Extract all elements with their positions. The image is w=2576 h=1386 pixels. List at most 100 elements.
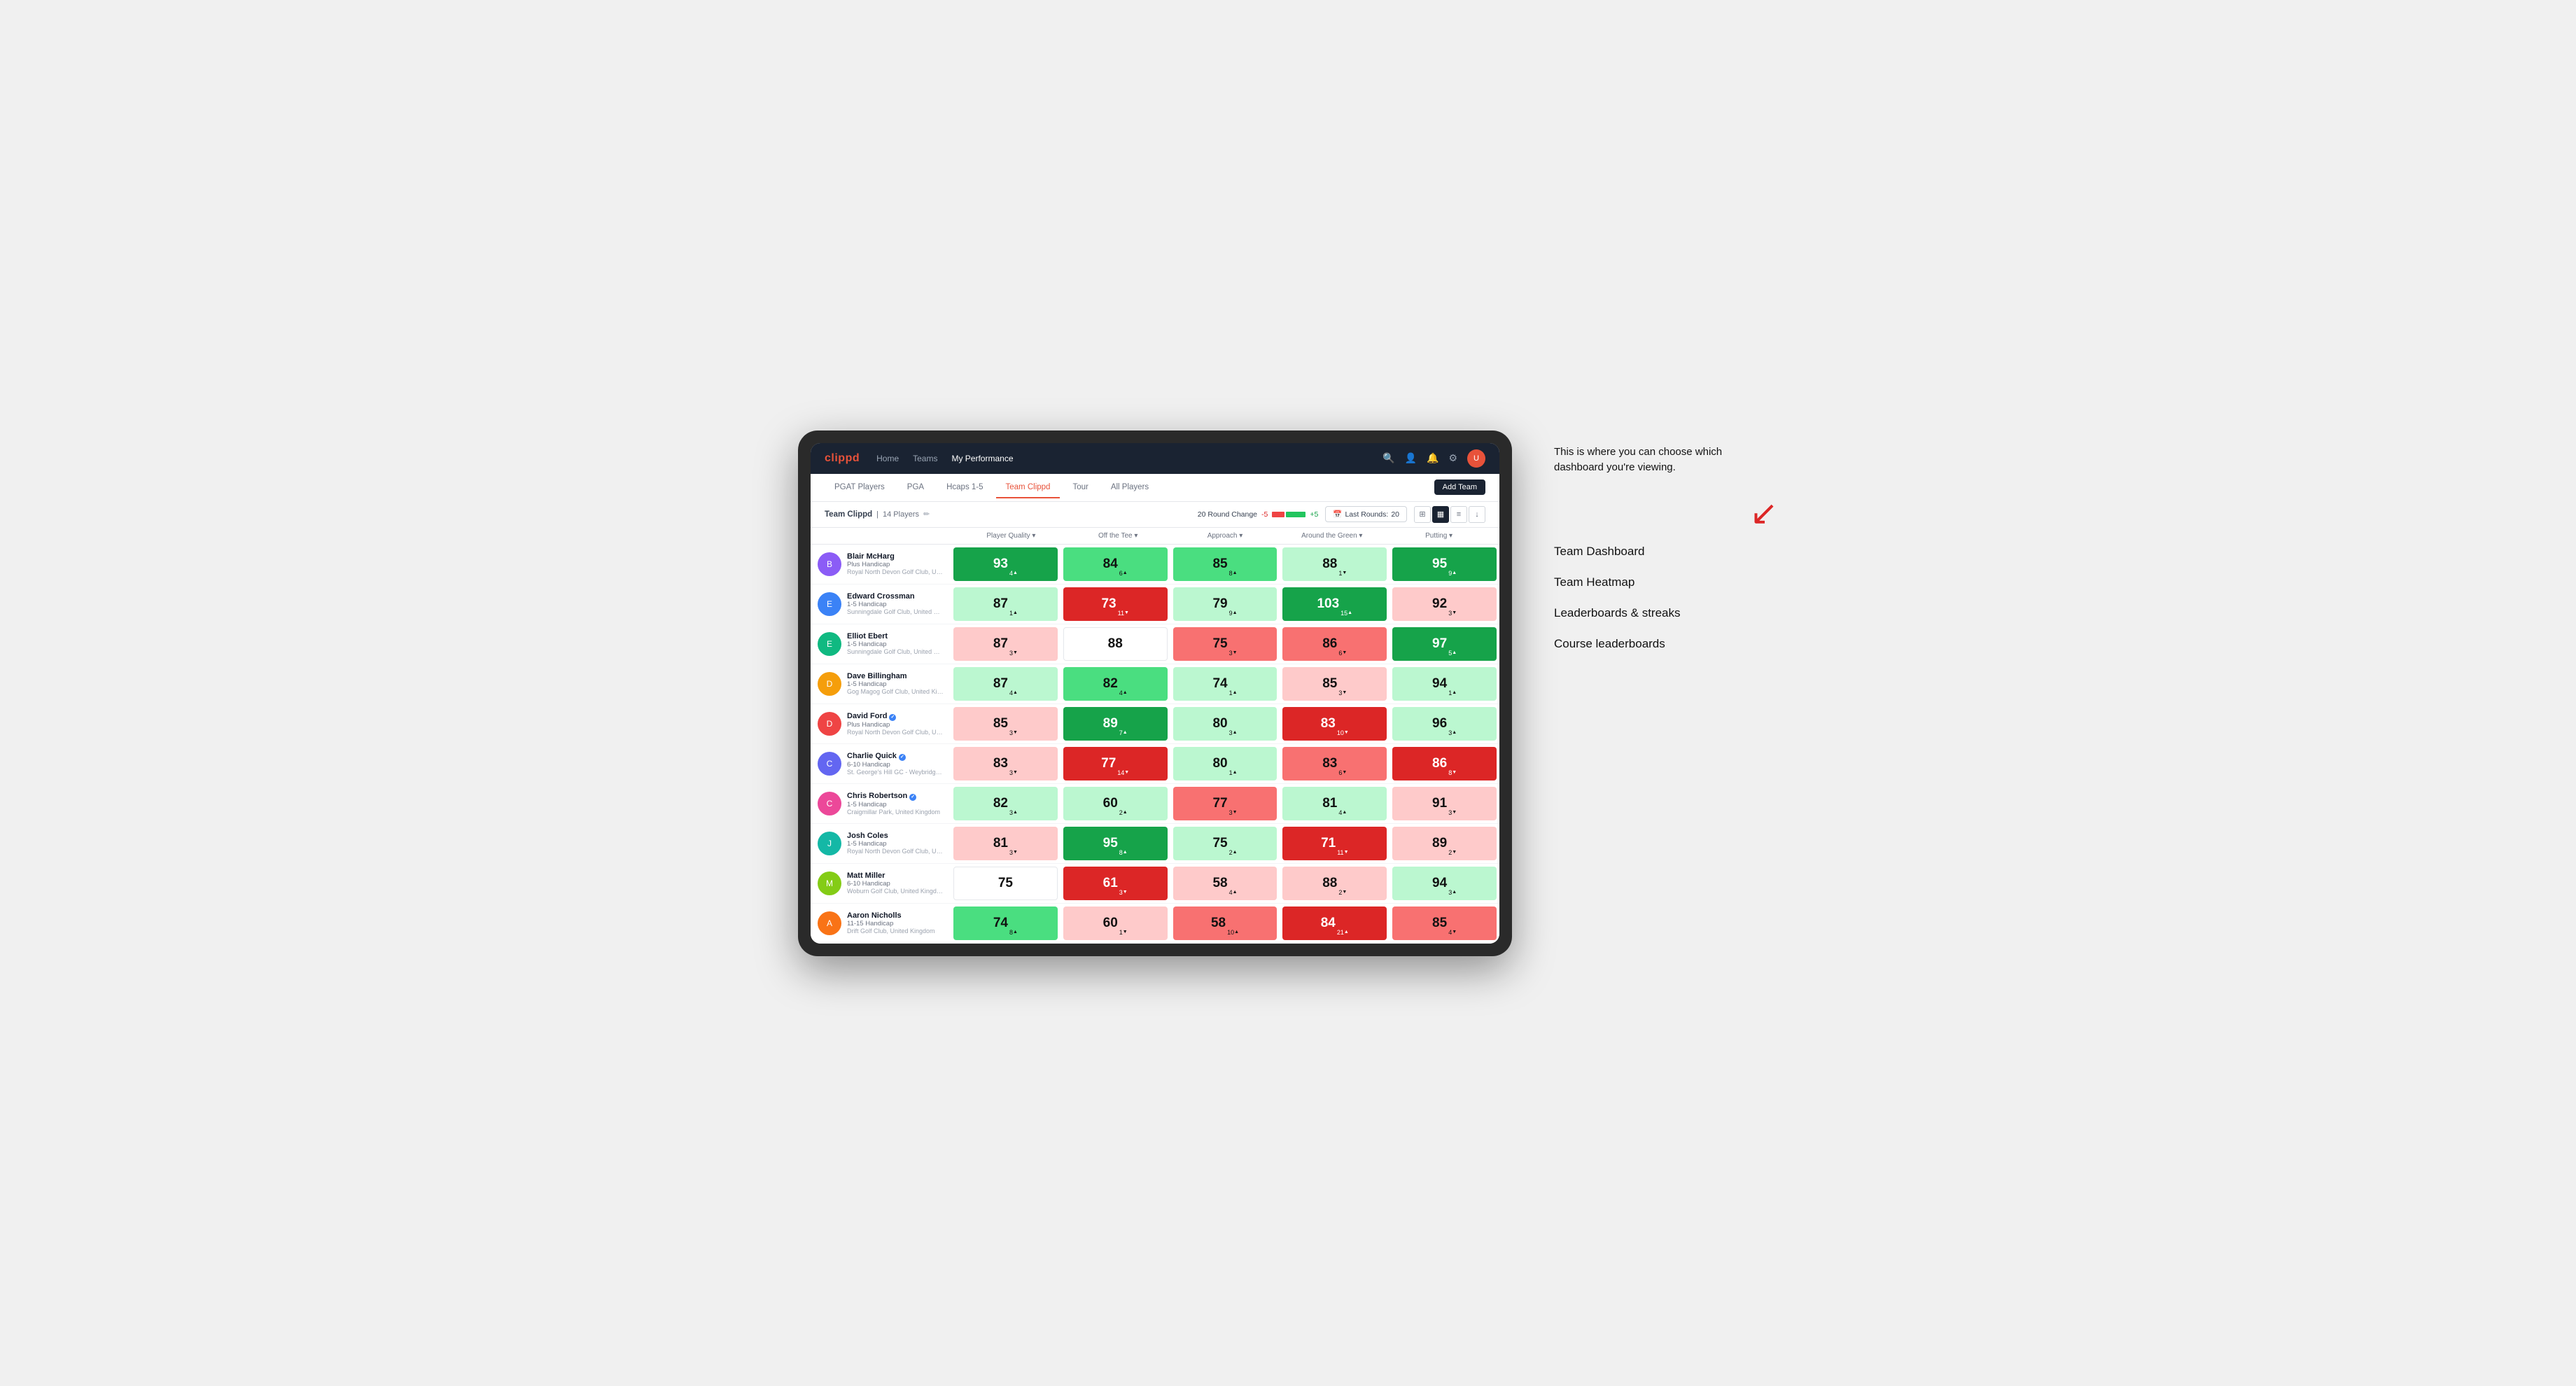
score-change: 8 — [1229, 570, 1238, 581]
player-cell[interactable]: EElliot Ebert1-5 HandicapSunningdale Gol… — [811, 624, 951, 664]
nav-icons: 🔍 👤 🔔 ⚙ U — [1382, 449, 1485, 468]
option-team-heatmap[interactable]: Team Heatmap — [1554, 575, 1778, 589]
score-value: 58 — [1212, 876, 1227, 891]
col-putting[interactable]: Putting ▾ — [1385, 532, 1492, 540]
player-cell[interactable]: MMatt Miller6-10 HandicapWoburn Golf Clu… — [811, 864, 951, 903]
player-cell[interactable]: CCharlie Quick✓6-10 HandicapSt. George's… — [811, 744, 951, 783]
score-box: 814 — [1282, 787, 1387, 820]
score-value: 81 — [1322, 796, 1337, 811]
score-box: 868 — [1392, 747, 1497, 780]
score-box: 871 — [953, 587, 1058, 621]
player-club: Royal North Devon Golf Club, United King… — [847, 729, 944, 736]
player-cell[interactable]: CChris Robertson✓1-5 HandicapCraigmillar… — [811, 784, 951, 823]
add-team-button[interactable]: Add Team — [1434, 479, 1485, 495]
option-leaderboards[interactable]: Leaderboards & streaks — [1554, 606, 1778, 620]
option-course-leaderboards[interactable]: Course leaderboards — [1554, 637, 1778, 651]
score-change: 1 — [1009, 610, 1018, 621]
score-box: 601 — [1063, 906, 1168, 940]
player-club: Craigmillar Park, United Kingdom — [847, 808, 944, 816]
score-cell: 10315 — [1280, 584, 1390, 624]
annotation-intro: This is where you can choose which dashb… — [1554, 444, 1778, 476]
view-heatmap-icon[interactable]: ▦ — [1432, 506, 1449, 523]
score-change: 10 — [1337, 729, 1349, 741]
nav-link-teams[interactable]: Teams — [913, 451, 937, 466]
score-change: 11 — [1118, 610, 1129, 621]
edit-icon[interactable]: ✏ — [923, 510, 930, 519]
score-change: 2 — [1338, 889, 1347, 900]
score-value: 91 — [1432, 796, 1447, 811]
score-box: 7111 — [1282, 827, 1387, 860]
score-box: 773 — [1173, 787, 1278, 820]
tab-teamclippd[interactable]: Team Clippd — [996, 477, 1060, 498]
score-change: 3 — [1229, 729, 1238, 741]
score-box: 882 — [1282, 867, 1387, 900]
col-approach[interactable]: Approach ▾ — [1172, 532, 1279, 540]
bell-icon[interactable]: 🔔 — [1427, 452, 1438, 464]
nav-bar: clippd Home Teams My Performance 🔍 👤 🔔 ⚙… — [811, 443, 1499, 474]
col-offtee[interactable]: Off the Tee ▾ — [1065, 532, 1172, 540]
table-row: JJosh Coles1-5 HandicapRoyal North Devon… — [811, 824, 1499, 864]
view-list-icon[interactable]: ≡ — [1450, 506, 1467, 523]
player-cell[interactable]: DDavid Ford✓Plus HandicapRoyal North Dev… — [811, 704, 951, 743]
score-value: 94 — [1432, 676, 1447, 692]
player-cell[interactable]: BBlair McHargPlus HandicapRoyal North De… — [811, 545, 951, 584]
settings-icon[interactable]: ⚙ — [1448, 452, 1457, 464]
score-box: 824 — [1063, 667, 1168, 701]
score-box: 748 — [953, 906, 1058, 940]
score-value: 86 — [1322, 636, 1337, 652]
col-aroundgreen[interactable]: Around the Green ▾ — [1278, 532, 1385, 540]
nav-link-myperformance[interactable]: My Performance — [951, 451, 1013, 466]
score-box: 853 — [1282, 667, 1387, 701]
tab-hcaps[interactable]: Hcaps 1-5 — [937, 477, 993, 498]
player-cell[interactable]: EEdward Crossman1-5 HandicapSunningdale … — [811, 584, 951, 624]
player-avatar: M — [818, 872, 841, 895]
tabs-bar: PGAT Players PGA Hcaps 1-5 Team Clippd T… — [811, 474, 1499, 502]
player-cell[interactable]: JJosh Coles1-5 HandicapRoyal North Devon… — [811, 824, 951, 863]
avatar[interactable]: U — [1467, 449, 1485, 468]
tab-pga[interactable]: PGA — [897, 477, 934, 498]
score-change: 3 — [1009, 650, 1018, 661]
score-value: 85 — [993, 716, 1008, 732]
view-export-icon[interactable]: ↓ — [1469, 506, 1485, 523]
score-cell: 824 — [1060, 664, 1170, 704]
round-change: 20 Round Change -5 +5 — [1198, 510, 1319, 519]
score-cell: 963 — [1390, 704, 1499, 743]
tab-pgat[interactable]: PGAT Players — [825, 477, 895, 498]
score-cell: 958 — [1060, 824, 1170, 863]
player-cell[interactable]: AAaron Nicholls11-15 HandicapDrift Golf … — [811, 904, 951, 943]
score-cell: 871 — [951, 584, 1060, 624]
score-value: 88 — [1322, 556, 1337, 572]
score-cell: 868 — [1390, 744, 1499, 783]
score-cell: 5810 — [1170, 904, 1280, 943]
player-club: Drift Golf Club, United Kingdom — [847, 927, 944, 934]
option-team-dashboard[interactable]: Team Dashboard — [1554, 545, 1778, 559]
player-handicap: 11-15 Handicap — [847, 920, 944, 927]
view-grid-icon[interactable]: ⊞ — [1414, 506, 1431, 523]
player-cell[interactable]: DDave Billingham1-5 HandicapGog Magog Go… — [811, 664, 951, 704]
player-club: Royal North Devon Golf Club, United King… — [847, 568, 944, 575]
table-row: CChris Robertson✓1-5 HandicapCraigmillar… — [811, 784, 1499, 824]
user-icon[interactable]: 👤 — [1405, 452, 1417, 464]
view-icons: ⊞ ▦ ≡ ↓ — [1414, 506, 1485, 523]
score-change: 1 — [1229, 690, 1238, 701]
score-change: 6 — [1119, 570, 1128, 581]
score-box: 854 — [1392, 906, 1497, 940]
tab-allplayers[interactable]: All Players — [1101, 477, 1158, 498]
score-box: 958 — [1063, 827, 1168, 860]
score-cell: 88 — [1060, 624, 1170, 664]
search-icon[interactable]: 🔍 — [1382, 452, 1394, 464]
score-value: 75 — [1212, 636, 1227, 652]
score-value: 80 — [1212, 716, 1227, 732]
score-change: 1 — [1119, 929, 1128, 940]
col-quality[interactable]: Player Quality ▾ — [958, 532, 1065, 540]
nav-link-home[interactable]: Home — [876, 451, 899, 466]
score-change: 3 — [1448, 809, 1457, 820]
player-count: 14 Players — [883, 510, 919, 519]
score-change: 6 — [1338, 650, 1347, 661]
player-name: Chris Robertson✓ — [847, 792, 944, 801]
tab-tour[interactable]: Tour — [1063, 477, 1098, 498]
score-value: 88 — [1108, 636, 1123, 652]
score-value: 58 — [1211, 916, 1226, 931]
last-rounds-button[interactable]: 📅 Last Rounds: 20 — [1325, 506, 1407, 522]
score-cell: 866 — [1280, 624, 1390, 664]
